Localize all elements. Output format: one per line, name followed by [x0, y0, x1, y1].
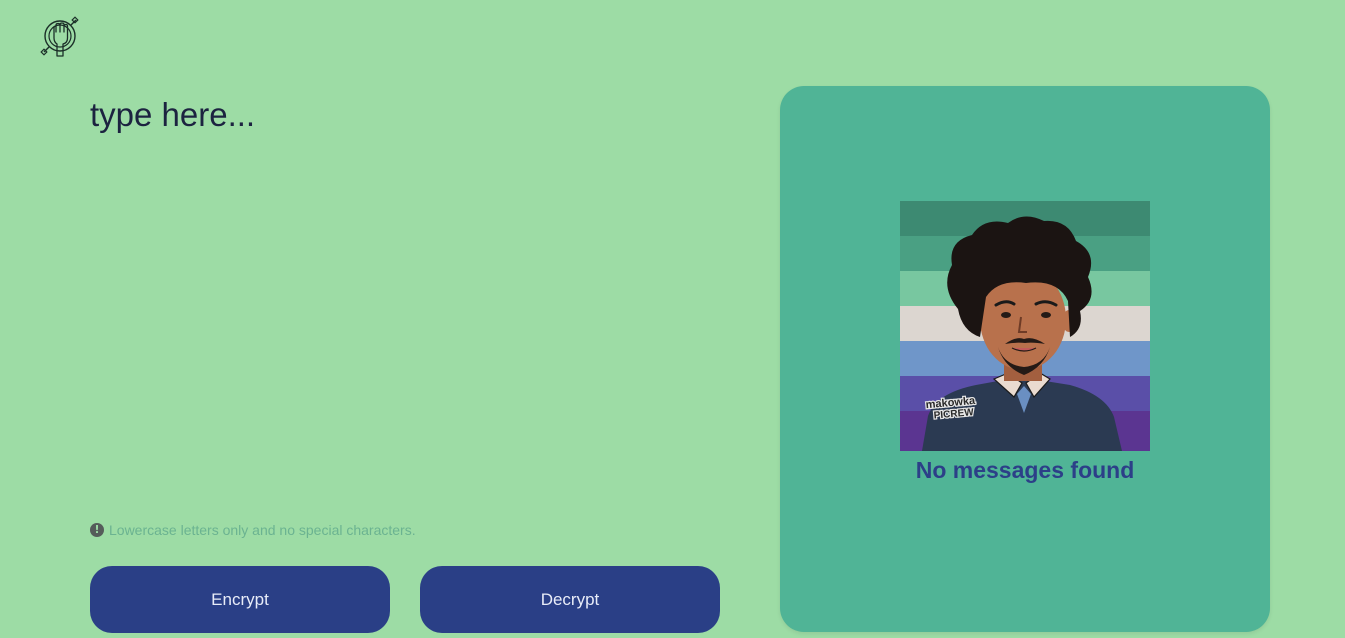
avatar: makowka PICREW [900, 201, 1150, 451]
encrypt-button[interactable]: Encrypt [90, 566, 390, 633]
app-logo[interactable] [40, 16, 80, 58]
exclamation-circle-icon: ! [90, 523, 104, 537]
raised-fist-venus-icon [40, 16, 79, 57]
empty-messages-text: No messages found [915, 457, 1135, 483]
input-hint: ! Lowercase letters only and no special … [90, 521, 416, 539]
messages-panel: makowka PICREW No messages found [780, 86, 1270, 632]
decrypt-button[interactable]: Decrypt [420, 566, 720, 633]
message-input[interactable] [90, 88, 720, 488]
avatar-watermark: makowka PICREW [924, 394, 978, 423]
hint-text: Lowercase letters only and no special ch… [109, 522, 416, 538]
